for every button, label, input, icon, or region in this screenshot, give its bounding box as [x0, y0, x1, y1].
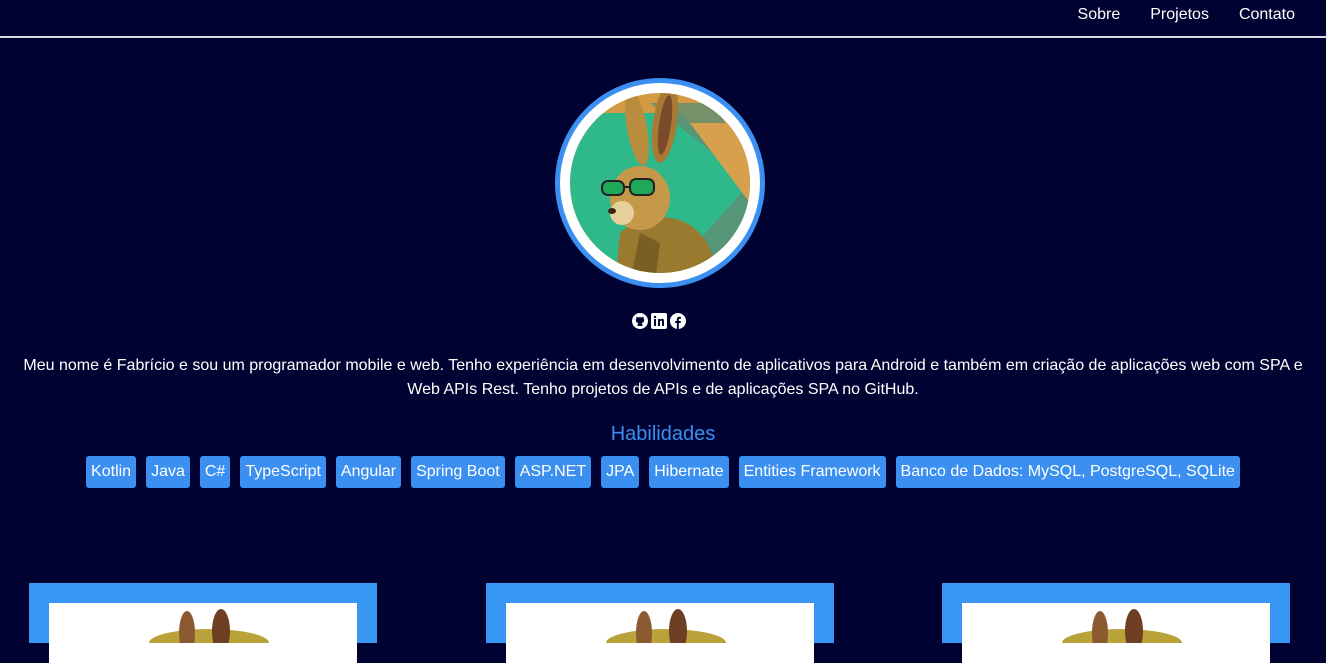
nav-link-sobre[interactable]: Sobre: [1078, 6, 1121, 24]
skill-chip-banco-de-dados: Banco de Dados: MySQL, PostgreSQL, SQLit…: [895, 456, 1240, 488]
nav-link-contato[interactable]: Contato: [1239, 6, 1295, 24]
skill-chip-hibernate: Hibernate: [649, 456, 729, 488]
social-links: [632, 313, 686, 329]
skill-chip-java: Java: [146, 456, 190, 488]
project-card[interactable]: [942, 583, 1290, 663]
skill-chip-csharp: C#: [199, 456, 231, 488]
nav-link-projetos[interactable]: Projetos: [1150, 6, 1209, 24]
skills-title: Habilidades: [610, 423, 716, 445]
facebook-icon[interactable]: [670, 313, 686, 329]
skill-chip-jpa: JPA: [601, 456, 640, 488]
skill-chip-typescript: TypeScript: [240, 456, 326, 488]
main-nav: Sobre Projetos Contato: [1078, 6, 1295, 24]
skill-chip-angular: Angular: [335, 456, 402, 488]
skill-chip-entities-framework: Entities Framework: [738, 456, 886, 488]
project-card[interactable]: [29, 583, 377, 663]
skill-chip-spring-boot: Spring Boot: [411, 456, 505, 488]
skill-chip-aspnet: ASP.NET: [514, 456, 592, 488]
project-card-image: [506, 603, 814, 663]
bio-text: Meu nome é Fabrício e sou um programador…: [23, 357, 1303, 398]
rabbit-thumbnail-icon: [149, 609, 269, 657]
project-card-image: [962, 603, 1270, 663]
project-card[interactable]: [486, 583, 834, 663]
rabbit-thumbnail-icon: [1062, 609, 1182, 657]
rabbit-avatar-image: [570, 93, 750, 273]
linkedin-icon[interactable]: [651, 313, 667, 329]
github-icon[interactable]: [632, 313, 648, 329]
rabbit-thumbnail-icon: [606, 609, 726, 657]
top-navbar: Sobre Projetos Contato: [0, 0, 1326, 38]
profile-avatar: [555, 78, 765, 288]
project-card-image: [49, 603, 357, 663]
skills-list: Kotlin Java C# TypeScript Angular Spring…: [0, 456, 1326, 488]
skill-chip-kotlin: Kotlin: [86, 456, 137, 488]
